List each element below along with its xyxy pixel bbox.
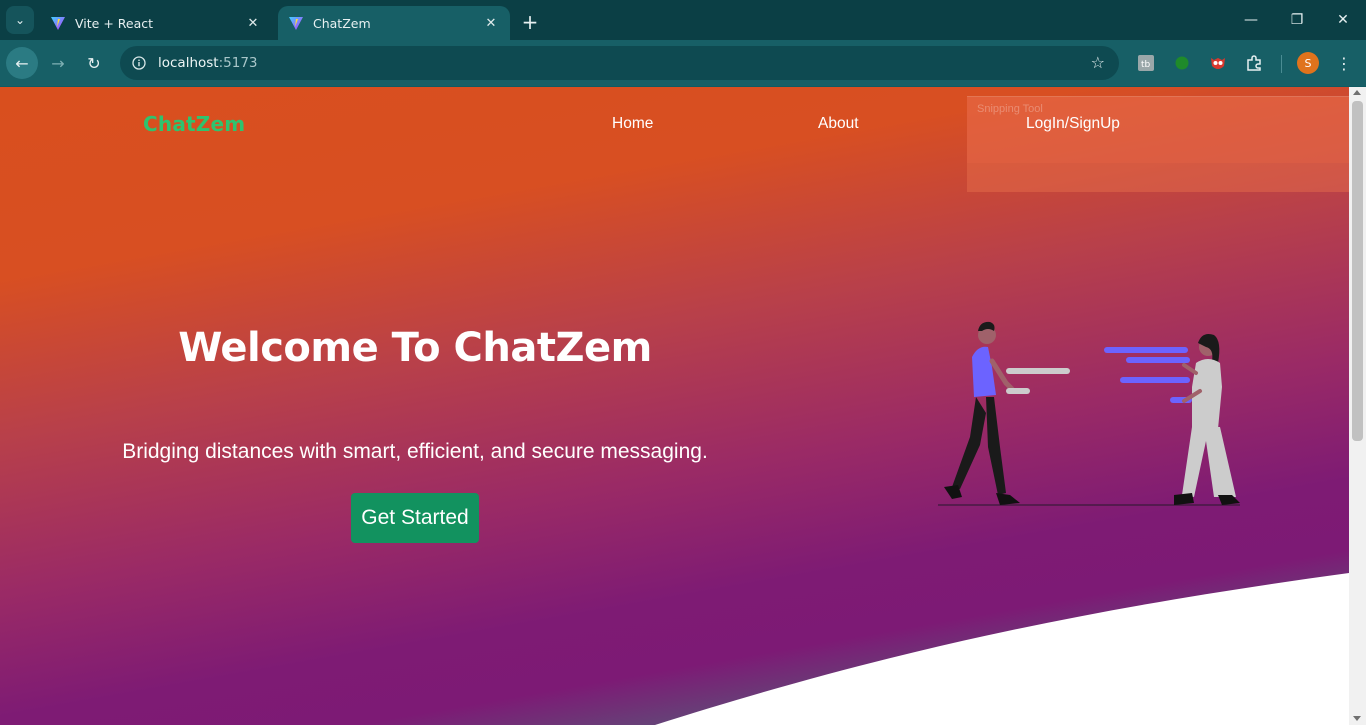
restore-icon: ❐ bbox=[1290, 12, 1304, 28]
new-tab-button[interactable]: + bbox=[518, 10, 542, 34]
vite-icon bbox=[289, 17, 303, 30]
minimize-button[interactable]: — bbox=[1238, 8, 1264, 32]
snipping-tool-label: Snipping Tool bbox=[977, 103, 1043, 115]
nav-home-link[interactable]: Home bbox=[612, 115, 653, 133]
nav-about-link[interactable]: About bbox=[818, 115, 859, 133]
more-menu-icon[interactable]: ⋮ bbox=[1334, 51, 1354, 75]
site-info-icon[interactable] bbox=[122, 46, 156, 80]
url-host: localhost bbox=[158, 55, 219, 71]
toolbar-divider bbox=[1281, 55, 1282, 73]
forward-button[interactable]: → bbox=[42, 47, 74, 79]
arrow-right-icon: → bbox=[51, 53, 65, 73]
tab-chatzem[interactable]: ChatZem ✕ bbox=[278, 6, 510, 40]
hero-title: Welcome To ChatZem bbox=[178, 325, 652, 371]
tab-search-button[interactable]: ⌄ bbox=[6, 6, 34, 34]
page-scrollbar[interactable] bbox=[1349, 87, 1366, 725]
extension-green-dot-icon[interactable] bbox=[1171, 52, 1193, 74]
scroll-up-arrow-icon[interactable] bbox=[1353, 90, 1361, 95]
svg-text:tb: tb bbox=[1141, 60, 1151, 70]
close-window-button[interactable]: ✕ bbox=[1330, 8, 1356, 32]
nav-login-signup-link[interactable]: LogIn/SignUp bbox=[1026, 115, 1120, 133]
close-icon[interactable]: ✕ bbox=[244, 14, 262, 32]
reload-button[interactable]: ↻ bbox=[78, 47, 110, 79]
extension-tb-icon[interactable]: tb bbox=[1135, 52, 1157, 74]
tab-title: ChatZem bbox=[313, 15, 371, 31]
plus-icon: + bbox=[521, 10, 539, 34]
tab-strip: ⌄ Vite + React ✕ ChatZem ✕ + — ❐ ✕ bbox=[0, 0, 1366, 40]
close-icon: ✕ bbox=[1337, 12, 1349, 28]
address-bar[interactable]: localhost:5173 ☆ bbox=[120, 46, 1119, 80]
restore-button[interactable]: ❐ bbox=[1284, 8, 1310, 32]
scroll-down-arrow-icon[interactable] bbox=[1353, 716, 1361, 721]
get-started-button[interactable]: Get Started bbox=[351, 493, 479, 543]
vite-icon bbox=[51, 17, 65, 30]
scrollbar-thumb[interactable] bbox=[1352, 101, 1363, 441]
hero-subtitle: Bridging distances with smart, efficient… bbox=[122, 440, 708, 463]
snipping-tool-overlay: Snipping Tool bbox=[967, 96, 1349, 192]
brand-logo[interactable]: ChatZem bbox=[143, 112, 245, 136]
tab-title: Vite + React bbox=[75, 15, 154, 31]
profile-avatar[interactable]: S bbox=[1297, 52, 1319, 74]
minimize-icon: — bbox=[1244, 12, 1258, 28]
browser-toolbar: ← → ↻ localhost:5173 ☆ tb S ⋮ bbox=[0, 40, 1366, 86]
tab-vite-react[interactable]: Vite + React ✕ bbox=[40, 6, 272, 40]
extension-owl-icon[interactable] bbox=[1207, 52, 1229, 74]
url-port: :5173 bbox=[218, 55, 258, 71]
address-url: localhost:5173 bbox=[158, 55, 258, 71]
back-button[interactable]: ← bbox=[6, 47, 38, 79]
extensions-puzzle-icon[interactable] bbox=[1243, 52, 1265, 74]
page-viewport: ChatZem Home About Snipping Tool LogIn/S… bbox=[0, 87, 1349, 725]
close-icon[interactable]: ✕ bbox=[482, 14, 500, 32]
bookmark-star-icon[interactable]: ☆ bbox=[1091, 53, 1105, 72]
chat-people-illustration bbox=[938, 321, 1240, 506]
reload-icon: ↻ bbox=[87, 53, 101, 73]
chevron-down-icon: ⌄ bbox=[14, 13, 26, 27]
arrow-left-icon: ← bbox=[15, 53, 29, 73]
